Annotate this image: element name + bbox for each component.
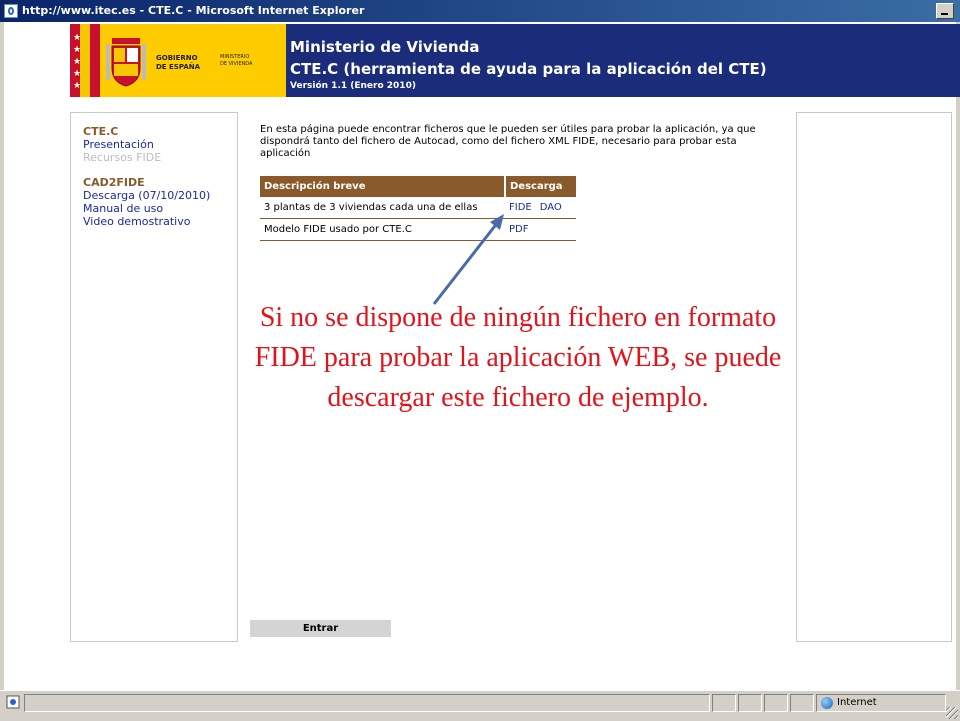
row-description: 3 plantas de 3 viviendas cada una de ell… xyxy=(260,197,505,219)
resize-grip-icon[interactable] xyxy=(946,707,958,719)
status-text-panel xyxy=(24,694,710,712)
status-panel xyxy=(790,694,814,712)
page-status-icon xyxy=(6,695,20,709)
internet-zone-icon xyxy=(821,697,833,709)
ministerio-label: MINISTERIO DE VIVIENDA xyxy=(220,54,253,67)
left-sidebar: CTE.C Presentación Recursos FIDE CAD2FID… xyxy=(70,112,238,642)
sidebar-item-descarga[interactable]: Descarga (07/10/2010) xyxy=(83,189,210,202)
table-header-row: Descripción breve Descarga xyxy=(260,176,576,197)
row-description: Modelo FIDE usado por CTE.C xyxy=(260,218,505,241)
government-logo: ★ ★ ★ ★ ★ GOBIERNO DE ESPAÑA MINISTERIO DE V… xyxy=(70,24,286,97)
title-bar: http://www.itec.es - CTE.C - Microsoft I… xyxy=(0,0,960,22)
sidebar-item-manual[interactable]: Manual de uso xyxy=(83,202,163,215)
dao-link[interactable]: DAO xyxy=(540,202,562,213)
status-panel xyxy=(738,694,762,712)
fide-link[interactable]: FIDE xyxy=(509,202,532,213)
section-title-cad2fide: CAD2FIDE xyxy=(83,176,145,189)
row-downloads: PDF xyxy=(505,218,576,241)
annotation-text: Si no se dispone de ningún fichero en fo… xyxy=(254,302,782,413)
security-zone: Internet xyxy=(816,694,946,712)
table-row: 3 plantas de 3 viviendas cada una de ell… xyxy=(260,197,576,219)
intro-text: En esta página puede encontrar ficheros … xyxy=(260,124,756,159)
sidebar-item-presentacion[interactable]: Presentación xyxy=(83,138,154,151)
sidebar-item-recursos-fide[interactable]: Recursos FIDE xyxy=(83,151,161,164)
section-title-ctec: CTE.C xyxy=(83,125,119,138)
ministry-title: Ministerio de Vivienda xyxy=(290,38,480,56)
sidebar-item-video[interactable]: Video demostrativo xyxy=(83,215,190,228)
window-title: http://www.itec.es - CTE.C - Microsoft I… xyxy=(22,4,365,17)
row-downloads: FIDE DAO xyxy=(505,197,576,219)
status-bar: Internet xyxy=(0,690,960,721)
status-panel xyxy=(764,694,788,712)
right-sidebar xyxy=(796,112,952,642)
gobierno-label: GOBIERNO DE ESPAÑA xyxy=(156,54,201,71)
coat-of-arms-icon xyxy=(106,38,146,87)
internet-explorer-icon xyxy=(4,4,18,18)
eu-stars-icon: ★ ★ ★ ★ ★ xyxy=(72,33,82,91)
files-table: Descripción breve Descarga 3 plantas de … xyxy=(260,176,576,241)
browser-viewport: ★ ★ ★ ★ ★ GOBIERNO DE ESPAÑA MINISTERIO DE V… xyxy=(4,22,960,690)
zone-label: Internet xyxy=(837,697,877,708)
version-label: Versión 1.1 (Enero 2010) xyxy=(290,81,416,91)
pdf-link[interactable]: PDF xyxy=(509,224,528,235)
column-header-download: Descarga xyxy=(505,176,576,197)
table-row: Modelo FIDE usado por CTE.C PDF xyxy=(260,218,576,241)
enter-button[interactable]: Entrar xyxy=(250,620,391,637)
minimize-button[interactable] xyxy=(936,3,954,19)
app-title: CTE.C (herramienta de ayuda para la apli… xyxy=(290,60,767,78)
header-banner: ★ ★ ★ ★ ★ GOBIERNO DE ESPAÑA MINISTERIO DE V… xyxy=(70,24,960,97)
status-panel xyxy=(712,694,736,712)
column-header-description: Descripción breve xyxy=(260,176,506,197)
